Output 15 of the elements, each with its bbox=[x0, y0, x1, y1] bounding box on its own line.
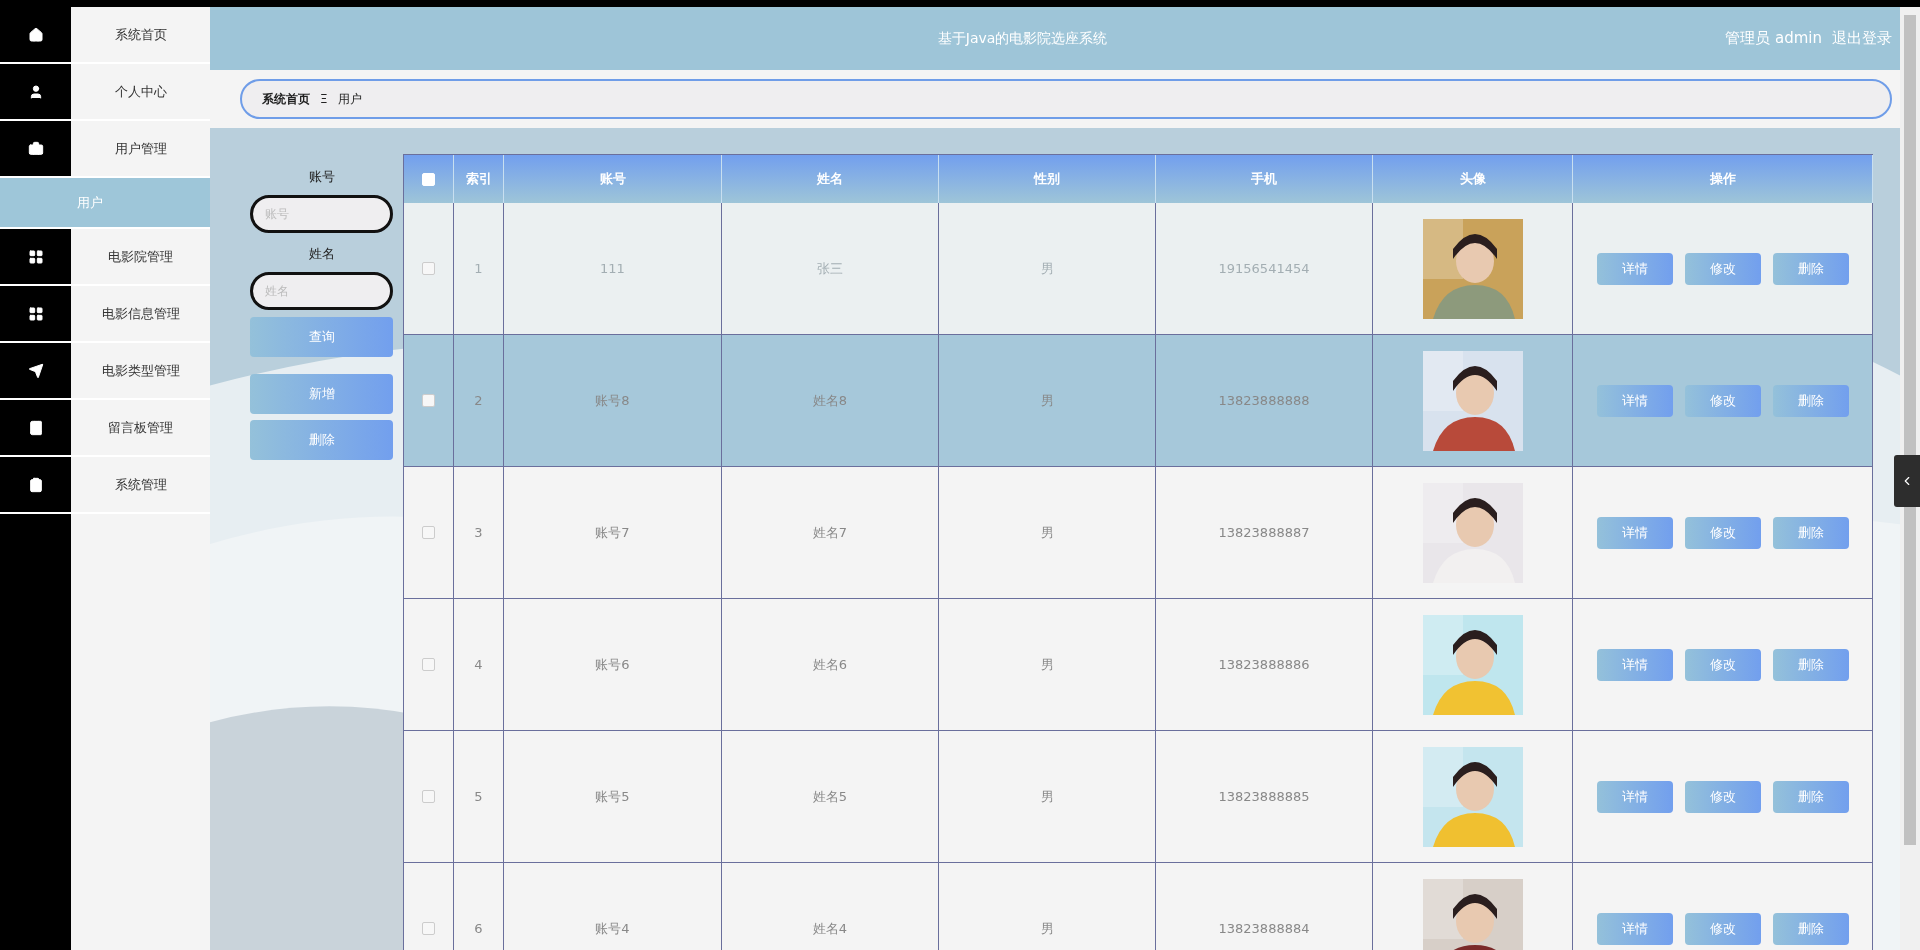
breadcrumb-current: 用户 bbox=[337, 90, 362, 108]
briefcase-icon bbox=[27, 140, 44, 157]
logout-link[interactable]: 退出登录 bbox=[1832, 29, 1892, 48]
user-label: 管理员 admin bbox=[1725, 29, 1822, 48]
collapse-tab[interactable] bbox=[1894, 455, 1920, 507]
home-icon bbox=[27, 26, 44, 43]
scrollbar-thumb[interactable] bbox=[1904, 15, 1916, 845]
sidebar-subitem[interactable]: 用户 bbox=[0, 178, 210, 229]
paper-plane-icon bbox=[27, 362, 44, 379]
breadcrumb-link[interactable]: 系统首页 bbox=[262, 90, 310, 108]
grid-icon bbox=[27, 248, 44, 265]
system-title: 基于Java的电影院选座系统 bbox=[936, 29, 1109, 48]
separator-icon: Ξ bbox=[320, 92, 328, 106]
scrollbar[interactable] bbox=[1900, 7, 1920, 950]
grid-icon bbox=[27, 305, 44, 322]
